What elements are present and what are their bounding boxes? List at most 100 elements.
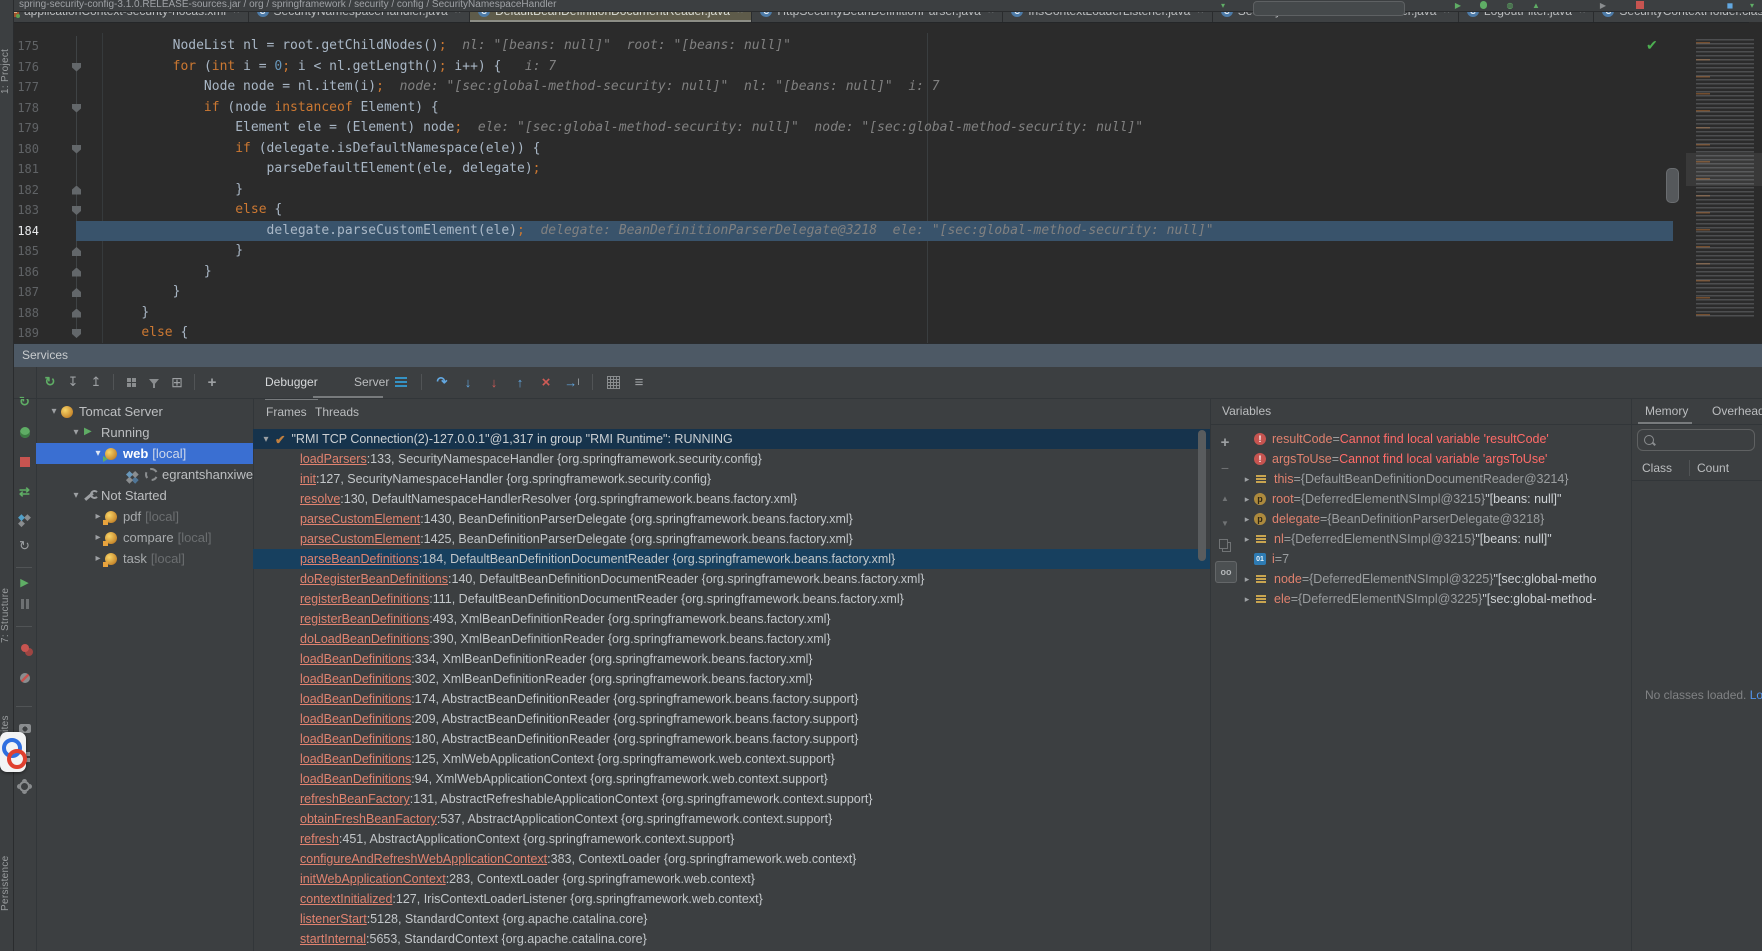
- drop-frame-icon[interactable]: [536, 372, 556, 392]
- rerun-button[interactable]: [14, 392, 35, 412]
- stack-frame-row[interactable]: parseBeanDefinitions:184, DefaultBeanDef…: [253, 549, 1210, 569]
- chevron-down-icon[interactable]: ▾: [1218, 1, 1228, 10]
- variable-row-argsToUse[interactable]: !argsToUse = Cannot find local variable …: [1240, 449, 1631, 469]
- mute-breakpoints-button[interactable]: [14, 668, 35, 688]
- variable-row-i[interactable]: 01i = 7: [1240, 549, 1631, 569]
- tool-window-button[interactable]: 7: Structure: [0, 560, 13, 670]
- variable-row-root[interactable]: ▸proot = {DeferredElementNSImpl@3215} "[…: [1240, 489, 1631, 509]
- chevron-right-icon[interactable]: ▸: [1240, 574, 1254, 585]
- services-header[interactable]: Services: [13, 344, 1762, 367]
- fold-marker-icon[interactable]: [72, 104, 81, 113]
- stack-frame-row[interactable]: doLoadBeanDefinitions:390, XmlBeanDefini…: [253, 629, 1210, 649]
- chevron-down-icon[interactable]: ▾: [70, 490, 82, 501]
- stack-frame-row[interactable]: refreshBeanFactory:131, AbstractRefresha…: [253, 789, 1210, 809]
- breakpoints-button[interactable]: [14, 638, 35, 658]
- tool-window-button[interactable]: 1: Project: [0, 16, 13, 126]
- fold-marker-icon[interactable]: [72, 329, 81, 338]
- fold-marker-icon[interactable]: [72, 288, 81, 297]
- stack-frame-row[interactable]: loadBeanDefinitions:209, AbstractBeanDef…: [253, 709, 1210, 729]
- stack-frame-row[interactable]: loadBeanDefinitions:174, AbstractBeanDef…: [253, 689, 1210, 709]
- chevron-right-icon[interactable]: ▸: [1240, 594, 1254, 605]
- tree-row-task[interactable]: ▸task[local]: [36, 548, 253, 569]
- column-class[interactable]: Class: [1642, 456, 1672, 480]
- remove-watch-icon[interactable]: [1215, 458, 1235, 478]
- step-over-icon[interactable]: [432, 372, 452, 392]
- chevron-down-icon[interactable]: ▾: [48, 406, 60, 417]
- restart-debug-button[interactable]: [14, 422, 35, 442]
- tree-row-compare[interactable]: ▸compare[local]: [36, 527, 253, 548]
- stack-frame-row[interactable]: parseCustomElement:1430, BeanDefinitionP…: [253, 509, 1210, 529]
- group-icon[interactable]: [121, 372, 141, 392]
- stop-icon[interactable]: [1635, 1, 1645, 10]
- step-out-icon[interactable]: [510, 372, 530, 392]
- stack-frame-row[interactable]: startInternal:5653, StandardContext {org…: [253, 929, 1210, 949]
- column-count[interactable]: Count: [1697, 456, 1729, 480]
- move-down-icon[interactable]: [1215, 513, 1235, 533]
- tool-window-button[interactable]: Web: [0, 928, 13, 951]
- inspections-ok-icon[interactable]: ✔: [1646, 37, 1658, 54]
- step-into-icon[interactable]: [458, 372, 478, 392]
- breadcrumb[interactable]: spring-security-config-3.1.0.RELEASE-sou…: [19, 0, 556, 10]
- add-icon[interactable]: [202, 372, 222, 392]
- debug-icon[interactable]: [1478, 1, 1488, 10]
- chevron-right-icon[interactable]: ▸: [1240, 474, 1254, 485]
- stack-frame-row[interactable]: doRegisterBeanDefinitions:140, DefaultBe…: [253, 569, 1210, 589]
- variable-row-delegate[interactable]: ▸pdelegate = {BeanDefinitionParserDelega…: [1240, 509, 1631, 529]
- tool-window-button[interactable]: Persistence: [0, 828, 13, 938]
- stack-frame-row[interactable]: parseCustomElement:1425, BeanDefinitionP…: [253, 529, 1210, 549]
- variable-row-nl[interactable]: ▸nl = {DeferredElementNSImpl@3215} "[bea…: [1240, 529, 1631, 549]
- chevron-right-icon[interactable]: ▸: [1240, 514, 1254, 525]
- collapse-all-icon[interactable]: [86, 372, 106, 392]
- variable-row-resultCode[interactable]: !resultCode = Cannot find local variable…: [1240, 429, 1631, 449]
- chevron-down-icon[interactable]: ▾: [259, 434, 273, 445]
- refresh-button[interactable]: [14, 536, 35, 556]
- tree-row-tomcat-server[interactable]: ▾Tomcat Server: [36, 401, 253, 422]
- code-editor[interactable]: 175 NodeList nl = root.getChildNodes(); …: [13, 33, 1762, 343]
- stack-frame-row[interactable]: registerBeanDefinitions:111, DefaultBean…: [253, 589, 1210, 609]
- stack-frame-row[interactable]: refresh:451, AbstractApplicationContext …: [253, 829, 1210, 849]
- evaluate-icon[interactable]: [603, 372, 623, 392]
- overlay-app-icon[interactable]: [0, 732, 26, 772]
- duplicate-icon[interactable]: [1215, 536, 1235, 556]
- stack-frame-row[interactable]: loadBeanDefinitions:125, XmlWebApplicati…: [253, 749, 1210, 769]
- load-classes-link[interactable]: Load classes: [1750, 688, 1762, 702]
- fold-marker-icon[interactable]: [72, 186, 81, 195]
- fold-marker-icon[interactable]: [72, 206, 81, 215]
- variable-row-node[interactable]: ▸node = {DeferredElementNSImpl@3225} "[s…: [1240, 569, 1631, 589]
- tab-threads[interactable]: Threads: [315, 398, 359, 426]
- run-to-cursor-icon[interactable]: [562, 372, 582, 392]
- stack-frame-row[interactable]: init:127, SecurityNamespaceHandler {org.…: [253, 469, 1210, 489]
- stack-frame-row[interactable]: loadParsers:133, SecurityNamespaceHandle…: [253, 449, 1210, 469]
- fold-marker-icon[interactable]: [72, 247, 81, 256]
- pause-button[interactable]: [14, 594, 35, 614]
- coverage-icon[interactable]: ◍: [1505, 1, 1515, 10]
- run-config-combo[interactable]: [1253, 1, 1405, 16]
- fold-marker-icon[interactable]: [72, 268, 81, 277]
- rerun-icon[interactable]: [40, 372, 60, 392]
- run-dim-icon[interactable]: ▶: [1598, 1, 1608, 10]
- stop-button[interactable]: [14, 452, 35, 472]
- threads-view-icon[interactable]: [391, 372, 411, 392]
- artifacts-button[interactable]: [14, 510, 35, 530]
- fold-marker-icon[interactable]: [72, 309, 81, 318]
- profiler-icon[interactable]: ▲: [1531, 1, 1541, 10]
- tree-row-running[interactable]: ▾Running: [36, 422, 253, 443]
- stack-frame-row[interactable]: resolve:130, DefaultNamespaceHandlerReso…: [253, 489, 1210, 509]
- variable-row-ele[interactable]: ▸ele = {DeferredElementNSImpl@3225} "[se…: [1240, 589, 1631, 609]
- frames-scrollbar-thumb[interactable]: [1198, 430, 1206, 561]
- editor-scrollbar-thumb[interactable]: [1666, 168, 1679, 203]
- minimap[interactable]: [1686, 33, 1762, 343]
- settings-button[interactable]: [14, 776, 35, 796]
- stack-frame-row[interactable]: loadBeanDefinitions:302, XmlBeanDefiniti…: [253, 669, 1210, 689]
- stack-frame-row[interactable]: contextInitialized:127, IrisContextLoade…: [253, 889, 1210, 909]
- force-step-into-icon[interactable]: [484, 372, 504, 392]
- chevron-down-icon[interactable]: ▾: [70, 427, 82, 438]
- chevron-down-icon[interactable]: ▾: [1747, 1, 1757, 10]
- stack-frame-row[interactable]: loadBeanDefinitions:334, XmlBeanDefiniti…: [253, 649, 1210, 669]
- layout-settings-icon[interactable]: [629, 372, 649, 392]
- tab-overhead[interactable]: Overhead: [1712, 398, 1762, 424]
- chevron-right-icon[interactable]: ▸: [1240, 494, 1254, 505]
- memory-search-input[interactable]: [1637, 429, 1755, 451]
- variable-row-this[interactable]: ▸this = {DefaultBeanDefinitionDocumentRe…: [1240, 469, 1631, 489]
- resume-button[interactable]: [14, 572, 35, 592]
